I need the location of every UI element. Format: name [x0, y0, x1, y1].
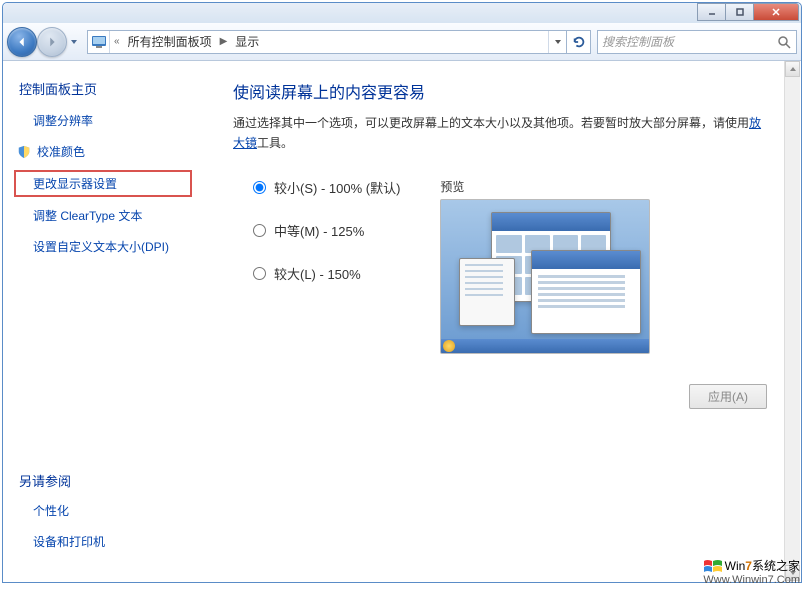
radio-medium[interactable]: 中等(M) - 125% — [253, 221, 400, 240]
sidebar-item-resolution[interactable]: 调整分辨率 — [15, 108, 191, 133]
radio-larger-input[interactable] — [253, 267, 266, 280]
sidebar: 控制面板主页 调整分辨率 校准颜色 更改显示器设置 调整 ClearType 文… — [3, 61, 203, 582]
scroll-up-button[interactable] — [785, 61, 800, 77]
radio-larger[interactable]: 较大(L) - 150% — [253, 264, 400, 283]
radio-smaller[interactable]: 较小(S) - 100% (默认) — [253, 178, 400, 197]
nav-buttons — [7, 27, 81, 57]
content-area: 控制面板主页 调整分辨率 校准颜色 更改显示器设置 调整 ClearType 文… — [3, 61, 801, 582]
sidebar-item-change-display-settings[interactable]: 更改显示器设置 — [14, 170, 192, 197]
main-panel: 使阅读屏幕上的内容更容易 通过选择其中一个选项，可以更改屏幕上的文本大小以及其他… — [203, 61, 801, 582]
vertical-scrollbar[interactable] — [784, 61, 800, 581]
chevron-right-icon: ▶ — [220, 36, 228, 47]
forward-button[interactable] — [37, 27, 67, 57]
apply-button[interactable]: 应用(A) — [689, 384, 767, 409]
breadcrumb-root-chevron[interactable]: « — [114, 36, 120, 47]
minimize-button[interactable] — [697, 3, 726, 21]
page-description: 通过选择其中一个选项，可以更改屏幕上的文本大小以及其他项。若要暂时放大部分屏幕，… — [233, 113, 771, 154]
radio-larger-label: 较大(L) - 150% — [274, 264, 361, 283]
shield-icon — [17, 145, 31, 159]
radio-medium-label: 中等(M) - 125% — [274, 221, 364, 240]
sidebar-heading[interactable]: 控制面板主页 — [15, 79, 191, 98]
maximize-button[interactable] — [725, 3, 754, 21]
radio-smaller-input[interactable] — [253, 181, 266, 194]
sidebar-item-custom-dpi[interactable]: 设置自定义文本大小(DPI) — [15, 234, 191, 259]
navbar: « 所有控制面板项 ▶ 显示 — [3, 23, 801, 61]
control-panel-icon — [88, 31, 110, 53]
refresh-button[interactable] — [566, 31, 590, 53]
close-button[interactable] — [753, 3, 799, 21]
breadcrumb-display[interactable]: 显示 — [231, 31, 263, 52]
size-options: 较小(S) - 100% (默认) 中等(M) - 125% 较大(L) - 1… — [233, 178, 400, 354]
sidebar-item-label: 校准颜色 — [37, 143, 85, 160]
sidebar-see-also-heading: 另请参阅 — [15, 471, 191, 490]
breadcrumb-all-items[interactable]: 所有控制面板项 — [124, 31, 216, 52]
back-button[interactable] — [7, 27, 37, 57]
control-panel-window: « 所有控制面板项 ▶ 显示 控制面板主页 调整分辨率 校准颜色 更改显示器设置 — [2, 2, 802, 583]
sidebar-item-calibrate-color[interactable]: 校准颜色 — [15, 139, 191, 164]
titlebar[interactable] — [3, 3, 801, 23]
address-dropdown[interactable] — [548, 31, 566, 53]
breadcrumb: « 所有控制面板项 ▶ 显示 — [110, 31, 267, 52]
preview-image — [440, 199, 650, 354]
page-title: 使阅读屏幕上的内容更容易 — [233, 79, 771, 103]
preview-label: 预览 — [440, 178, 650, 195]
search-box[interactable] — [597, 30, 797, 54]
window-controls — [698, 3, 799, 21]
search-input[interactable] — [602, 35, 776, 49]
sidebar-item-cleartype[interactable]: 调整 ClearType 文本 — [15, 203, 191, 228]
radio-medium-input[interactable] — [253, 224, 266, 237]
address-bar[interactable]: « 所有控制面板项 ▶ 显示 — [87, 30, 591, 54]
sidebar-footer-personalize[interactable]: 个性化 — [15, 498, 191, 523]
scroll-down-button[interactable] — [785, 565, 800, 581]
sidebar-footer-devices[interactable]: 设备和打印机 — [15, 529, 191, 554]
radio-smaller-label: 较小(S) - 100% (默认) — [274, 178, 400, 197]
nav-history-dropdown[interactable] — [67, 33, 81, 51]
search-icon[interactable] — [776, 34, 792, 50]
